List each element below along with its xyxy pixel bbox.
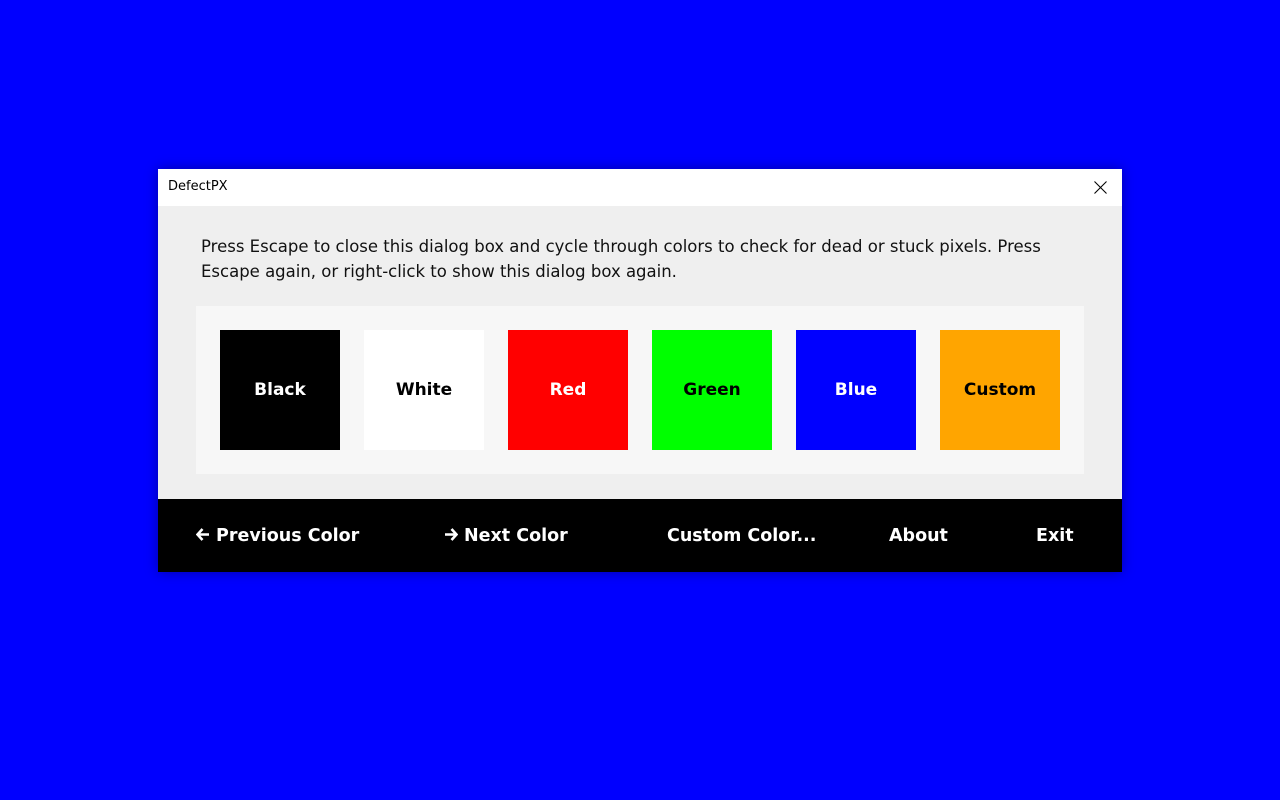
arrow-left-icon — [195, 526, 210, 545]
swatch-custom[interactable]: Custom — [940, 330, 1060, 450]
swatch-red[interactable]: Red — [508, 330, 628, 450]
next-color-button[interactable]: Next Color — [444, 526, 568, 546]
color-swatch-panel: Black White Red Green Blue Custom — [196, 306, 1084, 474]
swatch-label: Custom — [963, 380, 1037, 400]
swatch-label: Red — [549, 380, 587, 400]
swatch-blue[interactable]: Blue — [796, 330, 916, 450]
instructions-text: Press Escape to close this dialog box an… — [201, 237, 1041, 281]
action-bar: Previous Color Next Color Custom Color..… — [158, 499, 1122, 572]
swatch-label: Green — [683, 380, 741, 400]
swatch-label: White — [395, 380, 453, 400]
close-button[interactable] — [1086, 173, 1114, 201]
swatch-black[interactable]: Black — [220, 330, 340, 450]
swatch-white[interactable]: White — [364, 330, 484, 450]
swatch-green[interactable]: Green — [652, 330, 772, 450]
swatch-label: Black — [254, 380, 306, 400]
arrow-right-icon — [444, 526, 459, 545]
next-color-label: Next Color — [464, 526, 568, 546]
exit-button[interactable]: Exit — [1036, 526, 1074, 546]
window-title: DefectPX — [168, 179, 228, 194]
swatch-label: Blue — [834, 380, 878, 400]
title-bar: DefectPX — [158, 169, 1122, 206]
about-button[interactable]: About — [889, 526, 948, 546]
close-icon — [1094, 181, 1107, 194]
previous-color-label: Previous Color — [216, 526, 360, 546]
defectpx-dialog: DefectPX Press Escape to close this dial… — [158, 169, 1122, 572]
previous-color-button[interactable]: Previous Color — [195, 526, 360, 546]
custom-color-button[interactable]: Custom Color... — [667, 526, 816, 546]
